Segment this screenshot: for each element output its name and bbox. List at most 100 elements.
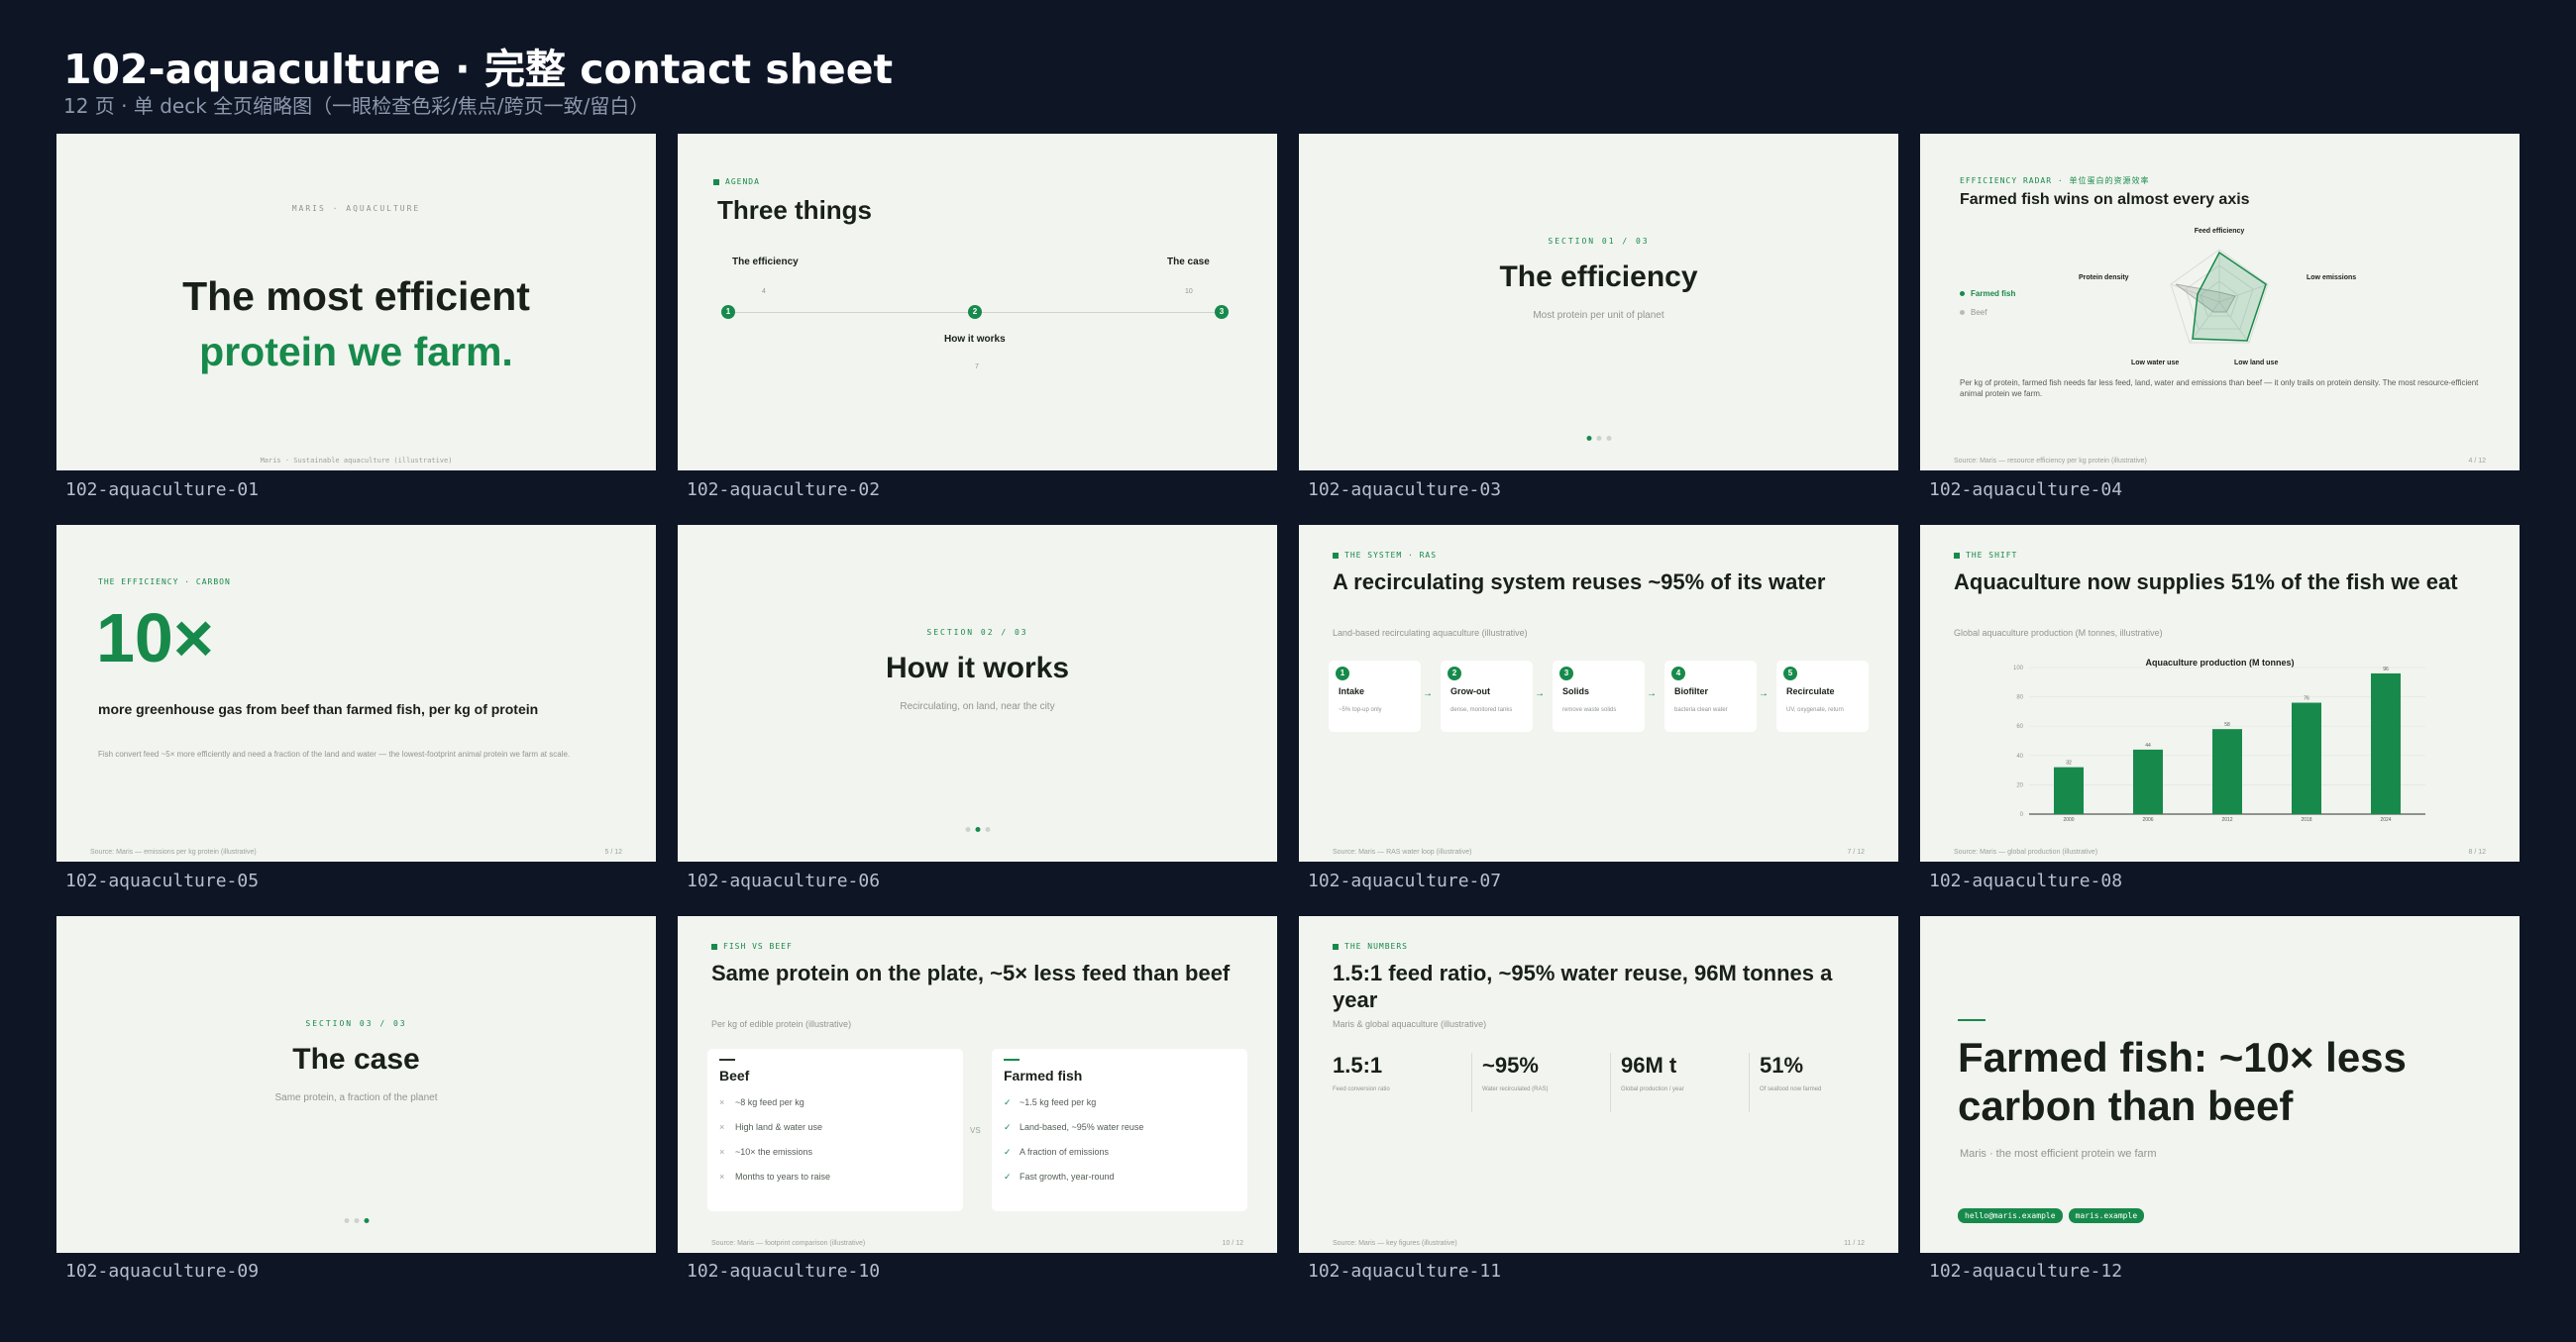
slide-footer: Source: Maris — resource efficiency per …	[1954, 458, 2147, 465]
kicker-text: AGENDA	[725, 177, 760, 186]
progress-dot-icon	[1606, 436, 1611, 441]
beef-list: × ~8 kg feed per kg × High land & water us…	[719, 1090, 830, 1189]
bar	[2054, 767, 2084, 814]
caption-10: 102-aquaculture-10	[687, 1261, 881, 1282]
card-title: Farmed fish	[1004, 1068, 1083, 1084]
contact-pills: hello@maris.example maris.example	[1958, 1205, 2150, 1223]
progress-dot-icon	[1586, 436, 1591, 441]
process-steps: 1 Intake ~5% top-up only → 2 Grow-out dense, m…	[1329, 661, 1869, 732]
slide-kicker: THE EFFICIENCY · CARBON	[98, 577, 231, 586]
list-item: × High land & water use	[719, 1115, 830, 1140]
step-number: 1	[1336, 667, 1349, 680]
slide-kicker: AGENDA	[713, 177, 760, 186]
email-pill[interactable]: hello@maris.example	[1958, 1208, 2063, 1223]
slide-08-thumbnail[interactable]: THE SHIFT Aquaculture now supplies 51% o…	[1920, 525, 2520, 862]
list-item-text: A fraction of emissions	[1020, 1147, 1110, 1157]
y-tick-label: 60	[2016, 724, 2023, 730]
progress-dot-icon	[1596, 436, 1601, 441]
section-progress-dots	[344, 1218, 369, 1223]
process-step-card: 3 Solids remove waste solids	[1553, 661, 1645, 732]
bar-value-label: 44	[2145, 743, 2151, 749]
caption-05: 102-aquaculture-05	[65, 871, 260, 891]
y-tick-label: 100	[2013, 666, 2024, 671]
slide-05-thumbnail[interactable]: THE EFFICIENCY · CARBON 10× more greenho…	[56, 525, 656, 862]
step-label: Grow-out	[1450, 686, 1490, 696]
process-step-card: 5 Recirculate UV, oxygenate, return	[1776, 661, 1869, 732]
website-pill[interactable]: maris.example	[2068, 1208, 2145, 1223]
bar	[2371, 672, 2401, 814]
slide-subtitle: Same protein, a fraction of the planet	[274, 1092, 438, 1103]
section-kicker: SECTION 02 / 03	[926, 628, 1028, 637]
caption-06: 102-aquaculture-06	[687, 871, 881, 891]
list-item: ✓ Land-based, ~95% water reuse	[1004, 1115, 1143, 1140]
sheet-header: 102-aquaculture · 完整 contact sheet 12 页 …	[63, 44, 893, 119]
radar-axis-label: Protein density	[2079, 274, 2129, 281]
stat-value: 96M t	[1621, 1053, 1677, 1078]
x-tick-label: 2024	[2380, 817, 2391, 823]
slide-title: Same protein on the plate, ~5× less feed…	[711, 961, 1231, 985]
list-item: ✓ ~1.5 kg feed per kg	[1004, 1090, 1143, 1115]
bar-value-label: 32	[2066, 761, 2072, 767]
check-icon: ✓	[1004, 1097, 1012, 1107]
caption-09: 102-aquaculture-09	[65, 1261, 260, 1282]
slide-09-thumbnail[interactable]: SECTION 03 / 03 The case Same protein, a…	[56, 916, 656, 1253]
kicker-dot-icon	[713, 178, 719, 185]
slide-10-thumbnail[interactable]: FISH vs BEEF Same protein on the plate, …	[678, 916, 1277, 1253]
sheet-subtitle: 12 页 · 单 deck 全页缩略图（一眼检查色彩/焦点/跨页一致/留白）	[63, 94, 650, 118]
section-kicker: SECTION 01 / 03	[1548, 237, 1650, 246]
slide-footer: Maris · Sustainable aquaculture (illustr…	[260, 457, 453, 465]
slide-01-thumbnail[interactable]: MARIS · AQUACULTURE The most efficient p…	[56, 134, 656, 470]
bar	[2212, 729, 2242, 814]
kicker-text: THE SYSTEM · RAS	[1344, 551, 1438, 560]
list-item-text: Months to years to raise	[735, 1172, 831, 1182]
agenda-page-3: 10	[1185, 288, 1193, 295]
kicker-text: THE NUMBERS	[1344, 942, 1408, 951]
check-icon: ✓	[1004, 1172, 1012, 1182]
radar-axis-label: Feed efficiency	[2194, 228, 2245, 235]
agenda-page-2: 7	[975, 363, 979, 370]
slide-11-thumbnail[interactable]: THE NUMBERS 1.5:1 feed ratio, ~95% water…	[1299, 916, 1898, 1253]
slide-03-thumbnail[interactable]: SECTION 01 / 03 The efficiency Most prot…	[1299, 134, 1898, 470]
step-number: 3	[1559, 667, 1573, 680]
progress-dot-icon	[364, 1218, 369, 1223]
slide-06-thumbnail[interactable]: SECTION 02 / 03 How it works Recirculati…	[678, 525, 1277, 862]
bar	[2292, 702, 2321, 814]
slide-12-thumbnail[interactable]: Farmed fish: ~10× less carbon than beef …	[1920, 916, 2520, 1253]
step-label: Biofilter	[1674, 686, 1709, 696]
step-number: 2	[1448, 667, 1461, 680]
page-number: 11 / 12	[1844, 1240, 1865, 1247]
check-icon: ✓	[1004, 1147, 1012, 1157]
caption-03: 102-aquaculture-03	[1308, 479, 1502, 500]
stats-row: 1.5:1 Feed conversion ratio ~95% Water reci…	[1333, 1053, 1868, 1112]
arrow-right-icon: →	[1759, 688, 1769, 699]
y-tick-label: 20	[2016, 782, 2023, 788]
x-tick-label: 2006	[2142, 817, 2153, 823]
stat-value: 51%	[1760, 1053, 1804, 1078]
closing-title: Farmed fish: ~10× less carbon than beef	[1958, 1034, 2407, 1129]
versus-label: VS	[970, 1126, 981, 1135]
slide-04-thumbnail[interactable]: EFFICIENCY RADAR · 单位蛋白的资源效率 Farmed fish…	[1920, 134, 2520, 470]
stat-value: 1.5:1	[1333, 1053, 1383, 1078]
y-tick-label: 0	[2020, 812, 2024, 818]
agenda-page-1: 4	[762, 288, 766, 295]
slide-subtitle: Land-based recirculating aquaculture (il…	[1333, 628, 1528, 638]
slide-footer: Source: Maris — emissions per kg protein…	[90, 849, 257, 856]
slide-07-thumbnail[interactable]: THE SYSTEM · RAS A recirculating system …	[1299, 525, 1898, 862]
progress-dot-icon	[344, 1218, 349, 1223]
stat-value: ~95%	[1482, 1053, 1539, 1078]
kicker-text: FISH vs BEEF	[723, 942, 793, 951]
caption-07: 102-aquaculture-07	[1308, 871, 1502, 891]
radar-axis-label: Low emissions	[2307, 274, 2357, 281]
list-item: ✓ A fraction of emissions	[1004, 1140, 1143, 1165]
radar-series-farmed-fish	[2192, 251, 2267, 342]
slide-02-thumbnail[interactable]: AGENDA Three things The efficiency 4 1 H…	[678, 134, 1277, 470]
step-number: 4	[1671, 667, 1685, 680]
farmed-fish-card: Farmed fish ✓ ~1.5 kg feed per kg ✓ Land-b…	[992, 1049, 1247, 1211]
agenda-label-1: The efficiency	[732, 257, 799, 267]
section-kicker: SECTION 03 / 03	[305, 1019, 407, 1028]
caption-04: 102-aquaculture-04	[1929, 479, 2123, 500]
process-step-card: 1 Intake ~5% top-up only	[1329, 661, 1421, 732]
slide-title: 1.5:1 feed ratio, ~95% water reuse, 96M …	[1333, 961, 1833, 1012]
card-accent-bar	[719, 1059, 735, 1061]
slide-title: Three things	[717, 195, 873, 225]
